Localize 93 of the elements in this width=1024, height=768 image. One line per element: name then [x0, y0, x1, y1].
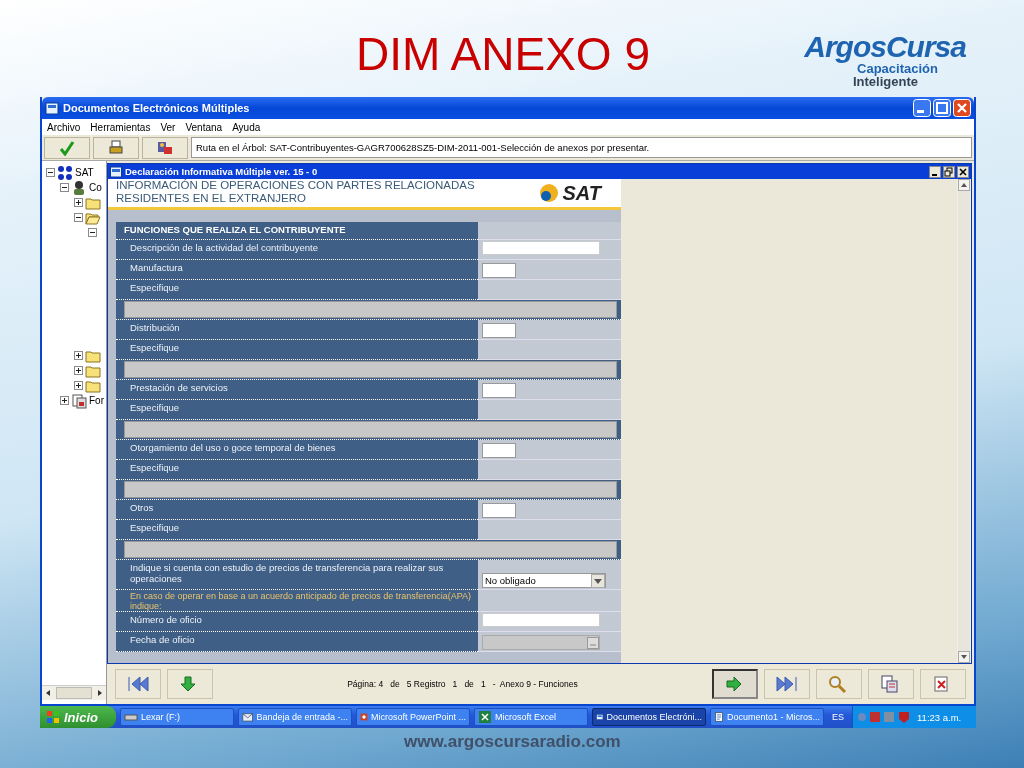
input-field[interactable] — [482, 241, 600, 255]
app-icon — [45, 101, 59, 115]
field-label: Indique si cuenta con estudio de precios de transferencia para realizar sus operaciones — [116, 560, 478, 590]
input-field[interactable] — [482, 613, 600, 627]
tools-button[interactable] — [142, 136, 188, 159]
swoosh-icon — [538, 183, 561, 203]
envelope-icon — [242, 710, 254, 724]
taskbar-button[interactable]: Documentos Electróni... — [592, 708, 706, 726]
network-icon[interactable] — [57, 164, 73, 181]
taskbar-button[interactable]: Microsoft Excel — [474, 708, 588, 726]
first-record-icon — [126, 674, 150, 694]
date-field[interactable] — [482, 635, 600, 650]
field-label: Manufactura — [116, 260, 478, 280]
record-status: Página: 4 de 5 Registro 1 de 1 - Anexo 9 - Funciones — [346, 679, 579, 689]
menu-item[interactable]: Herramientas — [90, 121, 151, 133]
input-field[interactable] — [482, 263, 516, 278]
expander-icon[interactable] — [74, 366, 83, 375]
field-label: Otros — [116, 500, 478, 520]
scroll-up-icon[interactable] — [958, 179, 970, 191]
sat-logo: SAT — [562, 181, 601, 205]
logo-tagline: Capacitación — [857, 62, 938, 75]
nav-button[interactable] — [115, 669, 161, 699]
expander-icon[interactable] — [60, 183, 69, 192]
expander-icon[interactable] — [88, 228, 97, 237]
taskbar-button[interactable]: Lexar (F:) — [120, 708, 234, 726]
menu-item[interactable]: Ayuda — [232, 121, 261, 133]
tree-item[interactable]: Co — [89, 182, 102, 193]
field-label: Otorgamiento del uso o goce temporal de bienes — [116, 440, 478, 460]
close-icon[interactable] — [957, 165, 969, 178]
nav-button[interactable] — [712, 669, 758, 699]
nav-button[interactable] — [764, 669, 810, 699]
checkmark-icon — [59, 139, 75, 156]
field-label: Distribución — [116, 320, 478, 340]
logo-brand: ArgosCursa — [804, 32, 966, 62]
spreadsheet-icon — [478, 710, 492, 724]
field-label: Fecha de oficio — [116, 632, 478, 652]
input-field[interactable] — [482, 323, 516, 338]
form-heading: RESIDENTES EN EL EXTRANJERO — [116, 192, 307, 205]
expander-icon[interactable] — [60, 396, 69, 405]
input-field[interactable] — [482, 443, 516, 458]
check-button[interactable] — [44, 136, 90, 159]
slide-title: DIM ANEXO 9 — [356, 28, 650, 80]
printer-icon — [108, 139, 124, 156]
taskbar-button[interactable]: Documento1 - Micros... — [710, 708, 824, 726]
website-url: www.argoscursaradio.com — [404, 732, 622, 752]
document-icon — [714, 710, 724, 724]
tree-item[interactable]: SAT — [75, 167, 94, 178]
input-field[interactable] — [482, 503, 516, 518]
restore-icon[interactable] — [943, 165, 955, 178]
logo-tagline: Inteligente — [852, 75, 918, 88]
tools-icon — [157, 139, 173, 156]
window-title: Declaración Informativa Múltiple ver. 15 - 0 — [125, 166, 319, 177]
document-icon[interactable] — [71, 392, 87, 409]
tree-item[interactable]: For — [89, 395, 104, 406]
expander-icon[interactable] — [74, 351, 83, 360]
path-field: Ruta en el Árbol: SAT-Contribuyentes-GAGR700628SZ5-DIM-2011-001-Selección de anexos por presentar. — [191, 137, 972, 158]
expander-icon[interactable] — [74, 381, 83, 390]
maximize-icon[interactable] — [933, 99, 951, 117]
field-label: Descripción de la actividad del contribuyente — [116, 240, 478, 260]
menu-item[interactable]: Ver — [160, 121, 176, 133]
section-heading: FUNCIONES QUE REALIZA EL CONTRIBUYENTE — [116, 222, 478, 240]
scroll-down-icon[interactable] — [958, 651, 970, 663]
instruction-text: En caso de operar en base a un acuerdo anticipado de precios de transferencia(APA) indique: — [116, 590, 478, 612]
taskbar-button[interactable]: Microsoft PowerPoint ... — [356, 708, 470, 726]
expander-icon[interactable] — [46, 168, 55, 177]
field-label: Especifique — [116, 520, 478, 540]
form-heading: INFORMACIÓN DE OPERACIONES CON PARTES RELACIONADAS — [116, 179, 475, 192]
field-label: Especifique — [116, 400, 478, 420]
calendar-button-icon[interactable] — [587, 636, 599, 649]
field-label: Especifique — [116, 340, 478, 360]
nav-button[interactable] — [920, 669, 966, 699]
vertical-scrollbar[interactable] — [957, 179, 971, 663]
expander-icon[interactable] — [74, 198, 83, 207]
taskbar-button[interactable]: Bandeja de entrada -... — [238, 708, 352, 726]
menu-item[interactable]: Archivo — [47, 121, 81, 133]
app-icon — [110, 165, 122, 178]
last-record-icon — [775, 674, 799, 694]
windows-flag-icon — [46, 710, 60, 724]
dropdown[interactable]: No obligado — [482, 573, 606, 588]
clock: 11:23 a.m. — [917, 711, 962, 723]
field-label: Número de oficio — [116, 612, 478, 632]
minimize-icon[interactable] — [929, 165, 941, 178]
expander-icon[interactable] — [74, 213, 83, 222]
person-icon[interactable] — [71, 179, 87, 196]
field-label: Prestación de servicios — [116, 380, 478, 400]
menu-item[interactable]: Ventana — [185, 121, 223, 133]
printer-button[interactable] — [93, 136, 139, 159]
field-label: Especifique — [116, 460, 478, 480]
input-field[interactable] — [482, 383, 516, 398]
horizontal-scrollbar[interactable] — [42, 685, 106, 700]
field-label: Especifique — [116, 280, 478, 300]
window-title: Documentos Electrónicos Múltiples — [63, 102, 251, 114]
language-indicator[interactable]: ES — [832, 712, 844, 722]
